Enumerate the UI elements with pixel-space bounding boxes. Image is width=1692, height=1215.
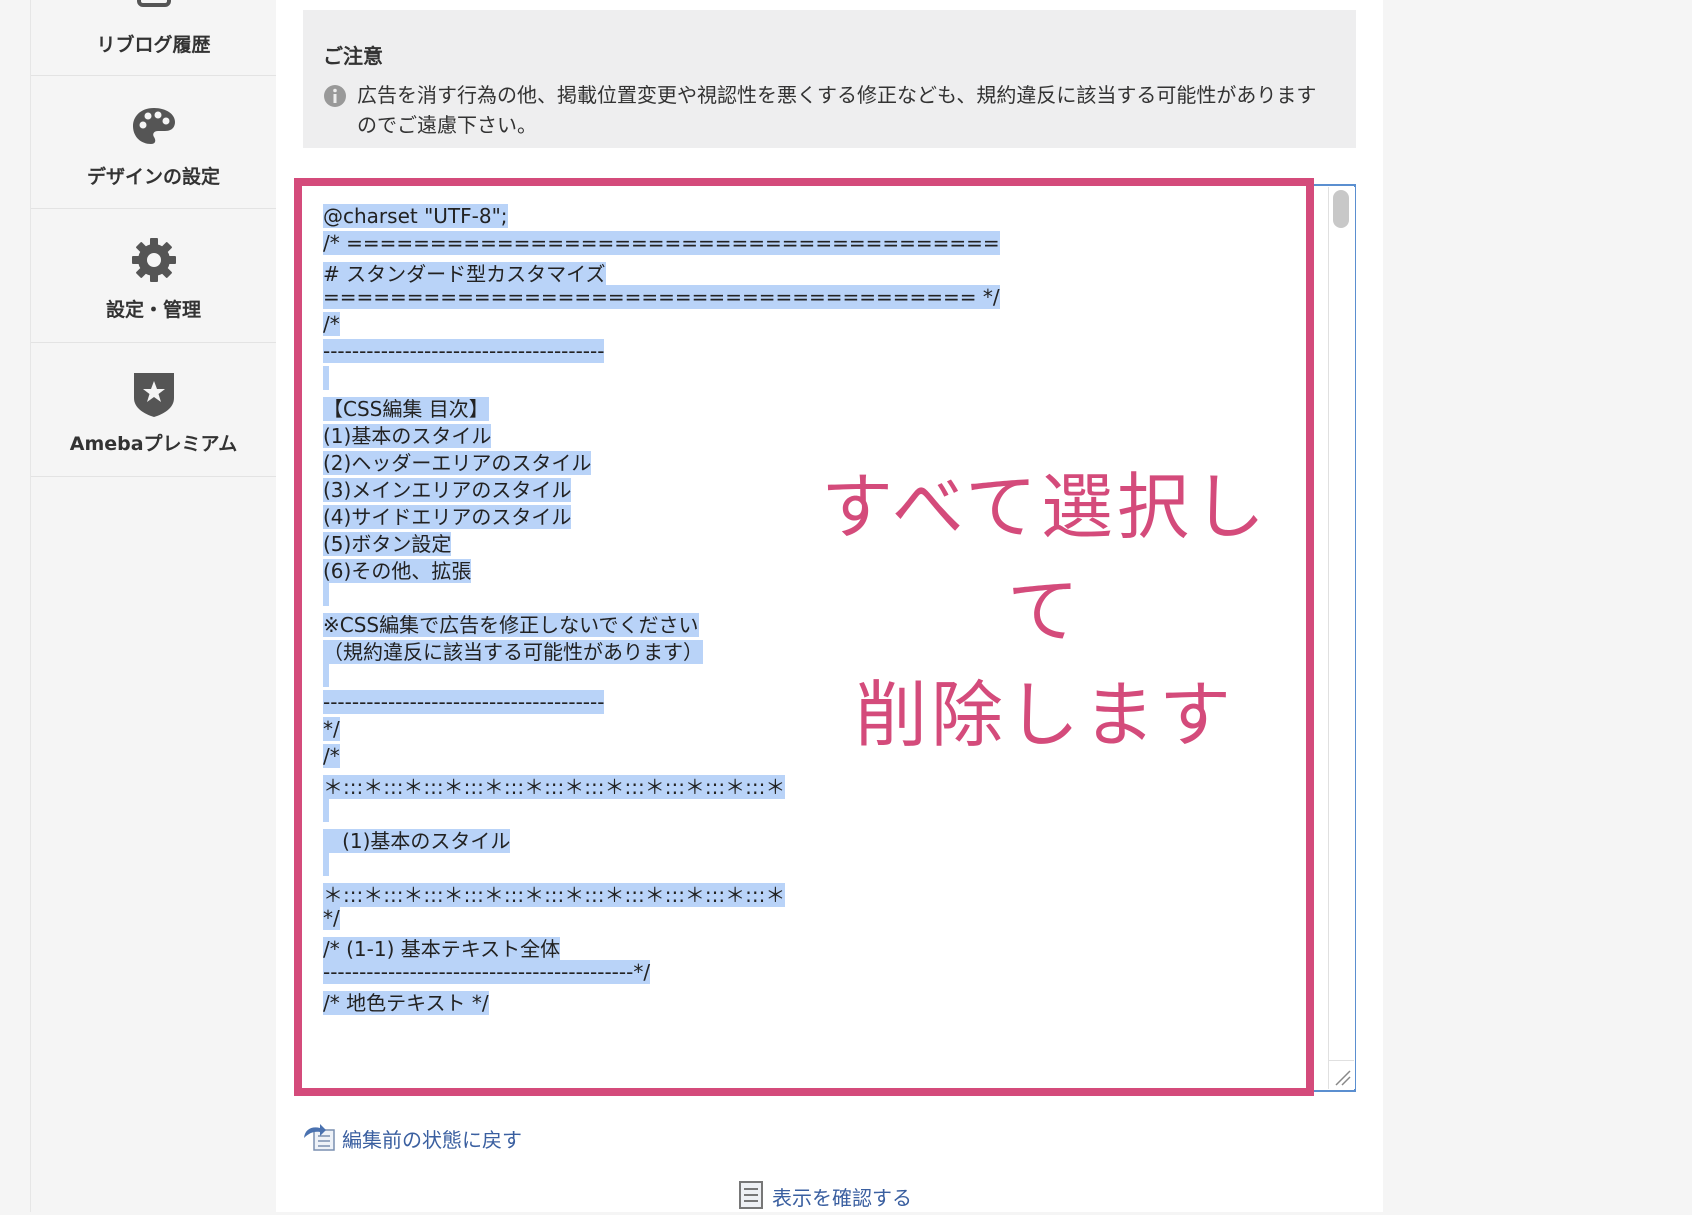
code-line xyxy=(323,852,1253,879)
code-line: */ xyxy=(323,906,1253,933)
code-line-text: 【CSS編集 目次】 xyxy=(323,397,489,421)
code-line-text: /* (1-1) 基本テキスト全体 xyxy=(323,937,561,961)
annotation-text: すべて選択して 削除します xyxy=(785,455,1305,767)
code-line-text: @charset "UTF-8"; xyxy=(323,204,508,228)
code-line-text: */ xyxy=(323,717,340,741)
code-line-text: /* xyxy=(323,744,340,768)
code-line: /* (1-1) 基本テキスト全体 xyxy=(323,933,1253,961)
reblog-icon xyxy=(136,0,172,13)
code-line: ＊:::＊:::＊:::＊:::＊:::＊:::＊:::＊:::＊:::＊:::… xyxy=(323,879,1253,907)
code-line-text: # スタンダード型カスタマイズ xyxy=(323,262,606,286)
code-line: 【CSS編集 目次】 xyxy=(323,393,1253,421)
editor-scrollbar-thumb[interactable] xyxy=(1333,190,1349,228)
preview-link-label: 表示を確認する xyxy=(772,1186,912,1210)
code-line-text: ＊:::＊:::＊:::＊:::＊:::＊:::＊:::＊:::＊:::＊:::… xyxy=(323,775,786,799)
code-line: @charset "UTF-8"; xyxy=(323,204,1253,231)
sidebar-item-design-settings[interactable]: デザインの設定 xyxy=(31,76,276,209)
document-icon xyxy=(738,1181,764,1215)
notice-text: 広告を消す行為の他、掲載位置変更や視認性を悪くする修正なども、規約違反に該当する… xyxy=(357,83,1317,137)
sidebar-item-ameba-premium[interactable]: Amebaプレミアム xyxy=(31,343,276,477)
code-line-text: (1)基本のスタイル xyxy=(323,829,511,853)
code-line-text: */ xyxy=(323,906,340,930)
sidebar-item-reblog-history[interactable]: リブログ履歴 xyxy=(31,0,276,76)
code-line-text: ======================================= … xyxy=(323,285,1000,309)
code-line-text: /* xyxy=(323,312,340,336)
code-line-text: (2)ヘッダーエリアのスタイル xyxy=(323,451,592,475)
sidebar-item-settings-management[interactable]: 設定・管理 xyxy=(31,209,276,343)
editor-scrollbar[interactable] xyxy=(1328,187,1355,1089)
notice-title: ご注意 xyxy=(323,44,383,68)
code-line: /* =====================================… xyxy=(323,231,1253,258)
code-line-text: ----------------------------------------… xyxy=(323,960,651,984)
sidebar: リブログ履歴 デザインの設定 設定・管理 Amebaプレミアム xyxy=(30,0,277,1212)
sidebar-item-label: 設定・管理 xyxy=(105,299,201,321)
code-line-text xyxy=(323,582,330,606)
code-line-text xyxy=(323,366,330,390)
revert-icon xyxy=(302,1124,338,1157)
palette-icon xyxy=(131,106,177,150)
revert-link[interactable]: 編集前の状態に戻す xyxy=(302,1122,522,1157)
code-line-text: (3)メインエリアのスタイル xyxy=(323,478,572,502)
code-line xyxy=(323,798,1253,825)
code-line: /* xyxy=(323,312,1253,339)
premium-shield-icon xyxy=(131,370,177,422)
notice-box: ご注意 広告を消す行為の他、掲載位置変更や視認性を悪くする修正なども、規約違反に… xyxy=(303,10,1356,148)
code-line: /* 地色テキスト */ xyxy=(323,987,1253,1015)
code-line: ----------------------------------------… xyxy=(323,960,1253,987)
code-line-text xyxy=(323,663,330,687)
code-line xyxy=(323,366,1253,393)
code-line: ＊:::＊:::＊:::＊:::＊:::＊:::＊:::＊:::＊:::＊:::… xyxy=(323,771,1253,799)
code-line-text: --------------------------------------- xyxy=(323,339,605,363)
code-line-text: ※CSS編集で広告を修正しないでください xyxy=(323,613,699,637)
sidebar-item-label: リブログ履歴 xyxy=(96,34,211,56)
code-line-text: --------------------------------------- xyxy=(323,690,605,714)
preview-link[interactable]: 表示を確認する xyxy=(738,1180,912,1215)
gear-icon xyxy=(130,236,178,288)
code-line: --------------------------------------- xyxy=(323,339,1253,366)
code-line: ======================================= … xyxy=(323,285,1253,312)
code-line-text: (4)サイドエリアのスタイル xyxy=(323,505,572,529)
info-icon xyxy=(323,84,347,112)
code-line: (1)基本のスタイル xyxy=(323,420,1253,448)
code-line: # スタンダード型カスタマイズ xyxy=(323,258,1253,286)
code-line-text: (6)その他、拡張 xyxy=(323,559,472,583)
revert-link-label: 編集前の状態に戻す xyxy=(342,1128,522,1152)
resize-handle-icon[interactable] xyxy=(1328,1060,1354,1089)
annotation-line-2: 削除します xyxy=(854,673,1235,757)
sidebar-item-label: デザインの設定 xyxy=(86,166,220,188)
code-line-text: /* =====================================… xyxy=(323,231,1000,255)
code-line-text xyxy=(323,852,330,876)
sidebar-item-label: Amebaプレミアム xyxy=(69,433,238,455)
code-line-text xyxy=(323,798,330,822)
code-line-text: (5)ボタン設定 xyxy=(323,532,452,556)
code-line-text: （規約違反に該当する可能性があります） xyxy=(323,640,703,664)
annotation-line-1: すべて選択して xyxy=(820,465,1270,653)
code-line-text: ＊:::＊:::＊:::＊:::＊:::＊:::＊:::＊:::＊:::＊:::… xyxy=(323,883,786,907)
code-line: (1)基本のスタイル xyxy=(323,825,1253,853)
code-line-text: /* 地色テキスト */ xyxy=(323,991,489,1015)
code-line-text: (1)基本のスタイル xyxy=(323,424,492,448)
